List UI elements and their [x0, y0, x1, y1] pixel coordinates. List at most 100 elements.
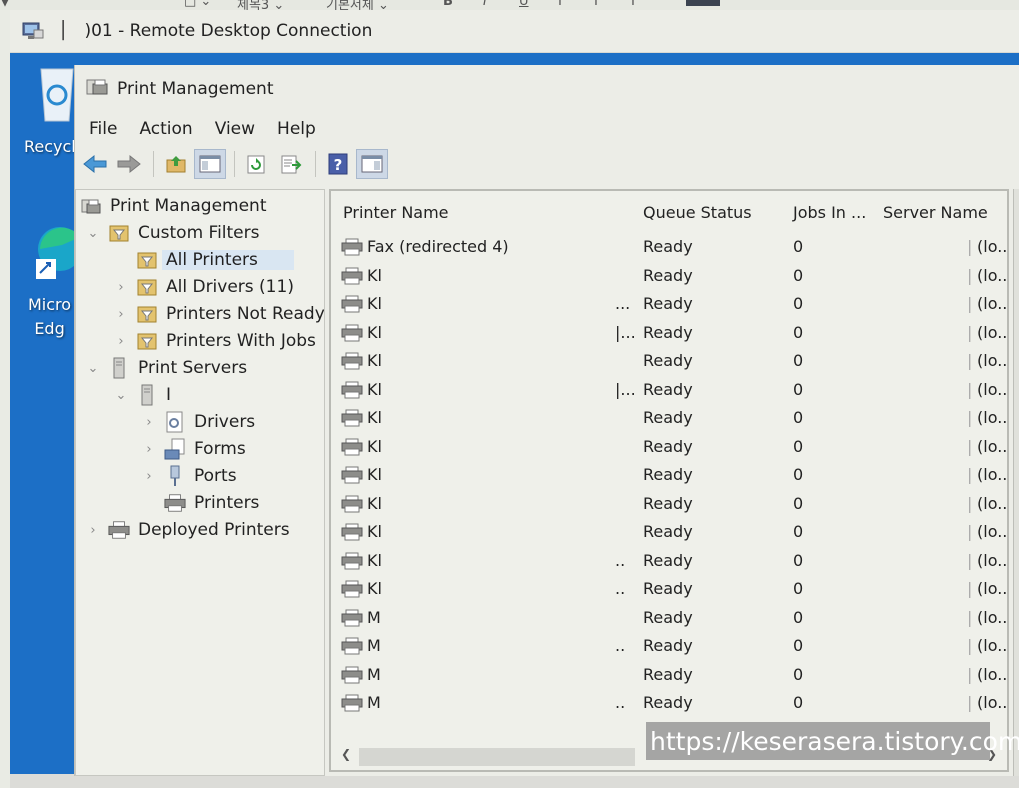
action-pane-edge	[1013, 189, 1019, 776]
column-header-jobs-in-queue[interactable]: Jobs In ...	[793, 203, 866, 222]
filter-icon	[136, 304, 158, 324]
printer-name-trail: ..	[615, 636, 626, 655]
tree-item-custom-filters[interactable]: ⌄ Custom Filters	[86, 221, 260, 245]
column-header-queue-status[interactable]: Queue Status	[643, 203, 752, 222]
show-hide-action-pane-button[interactable]	[356, 149, 388, 179]
queue-status-cell: Ready	[643, 579, 693, 598]
table-row[interactable]: Kl |... Ready 0 | (lo...	[331, 376, 1007, 404]
tree-item-all-drivers[interactable]: › All Drivers (11)	[114, 275, 294, 299]
tree-item-print-server[interactable]: ⌄ I	[114, 383, 171, 407]
align-left-icon	[686, 0, 720, 6]
tree-item-ports[interactable]: › Ports	[142, 464, 237, 488]
jobs-cell: 0	[793, 294, 804, 313]
menu-file[interactable]: File	[89, 119, 117, 139]
forward-button[interactable]	[113, 149, 145, 179]
desktop-icon-label: Recycl	[24, 137, 76, 156]
chevron-right-icon[interactable]: ›	[86, 523, 100, 538]
table-row[interactable]: M.. Ready 0 | (lo...	[331, 689, 1007, 717]
server-name-cell: (lo...	[977, 693, 1009, 712]
menu-action[interactable]: Action	[139, 119, 192, 139]
printer-icon	[341, 381, 363, 399]
chevron-down-icon[interactable]: ⌄	[86, 361, 100, 376]
tree-item-drivers[interactable]: › Drivers	[142, 410, 255, 434]
show-hide-console-tree-button[interactable]	[194, 149, 226, 179]
refresh-icon	[247, 155, 265, 174]
table-row[interactable]: Kl Ready 0 | (lo...	[331, 433, 1007, 461]
tree-item-print-management[interactable]: Print Management	[80, 194, 267, 218]
chevron-right-icon[interactable]: ›	[142, 469, 156, 484]
table-row[interactable]: Kl Ready 0 | (lo...	[331, 461, 1007, 489]
chevron-right-icon[interactable]: ›	[114, 334, 128, 349]
printer-name-cell: Kl	[367, 465, 382, 484]
tree-item-label: I	[166, 385, 172, 405]
scroll-left-arrow-icon[interactable]: ❮	[341, 747, 351, 761]
tree-item-forms[interactable]: › Forms	[142, 437, 246, 461]
menu-view[interactable]: View	[215, 119, 255, 139]
tree-item-printers-with-jobs[interactable]: › Printers With Jobs	[114, 329, 316, 353]
server-name-cell: (lo...	[977, 664, 1009, 684]
jobs-cell: 0	[793, 522, 804, 541]
printer-icon	[341, 552, 363, 570]
column-header-server-name[interactable]: Server Name	[883, 203, 988, 222]
table-row[interactable]: Kl.. Ready 0 | (lo...	[331, 575, 1007, 603]
table-row[interactable]: Kl Ready 0 | (lo...	[331, 347, 1007, 375]
table-row[interactable]: Kl |... Ready 0 | (lo...	[331, 319, 1007, 347]
column-divider: |	[967, 636, 973, 655]
jobs-cell: 0	[793, 550, 804, 570]
printer-icon	[341, 523, 363, 541]
printer-icon	[341, 438, 363, 456]
console-tree: Print Management ⌄ Custom Filters All Pr…	[75, 189, 325, 776]
help-button[interactable]: ?	[322, 149, 354, 179]
underlying-fragment: U	[519, 0, 529, 9]
printer-icon	[108, 520, 130, 540]
table-row[interactable]: Kl... Ready 0 | (lo...	[331, 290, 1007, 318]
chevron-down-icon[interactable]: ⌄	[114, 388, 128, 403]
menu-help[interactable]: Help	[277, 119, 316, 139]
export-list-button[interactable]	[275, 149, 307, 179]
tree-item-label: Custom Filters	[138, 223, 260, 243]
refresh-button[interactable]	[241, 149, 273, 179]
table-row[interactable]: M Ready 0 | (lo...	[331, 604, 1007, 632]
underlying-fragment: □ ⌄	[184, 0, 212, 9]
column-header-printer-name[interactable]: Printer Name	[343, 203, 449, 222]
scrollbar-thumb[interactable]	[359, 748, 635, 766]
queue-status-cell: Ready	[643, 664, 693, 684]
table-row[interactable]: Kl Ready 0 | (lo...	[331, 262, 1007, 290]
column-divider: |	[967, 237, 973, 256]
table-row[interactable]: Fax (redirected 4) Ready 0 | (lo...	[331, 233, 1007, 261]
table-row[interactable]: M.. Ready 0 | (lo...	[331, 632, 1007, 660]
queue-status-cell: Ready	[643, 351, 693, 370]
filter-icon	[136, 277, 158, 297]
tree-item-printers[interactable]: Printers	[142, 491, 259, 515]
printer-icon	[341, 694, 363, 712]
table-row[interactable]: Kl Ready 0 | (lo...	[331, 518, 1007, 546]
tree-item-all-printers[interactable]: All Printers	[114, 248, 294, 272]
column-divider: |	[967, 351, 973, 370]
tree-item-label: Printers Not Ready	[166, 304, 325, 324]
table-row[interactable]: M Ready 0 | (lo...	[331, 661, 1007, 689]
chevron-right-icon[interactable]: ›	[114, 307, 128, 322]
server-name-cell: (lo...	[977, 436, 1009, 456]
printer-icon	[341, 666, 363, 684]
chevron-right-icon[interactable]: ›	[142, 442, 156, 457]
chevron-down-icon[interactable]: ⌄	[86, 226, 100, 241]
chevron-right-icon[interactable]: ›	[142, 415, 156, 430]
window-title-bar[interactable]: Print Management	[85, 75, 274, 103]
rdp-window-title: │ )01 - Remote Desktop Connection	[58, 21, 373, 41]
tree-item-print-servers[interactable]: ⌄ Print Servers	[86, 356, 247, 380]
column-divider: |	[967, 579, 973, 598]
table-row[interactable]: Kl Ready 0 | (lo...	[331, 490, 1007, 518]
tree-item-printers-not-ready[interactable]: › Printers Not Ready	[114, 302, 325, 326]
chevron-right-icon[interactable]: ›	[114, 280, 128, 295]
jobs-cell: 0	[793, 408, 804, 427]
table-row[interactable]: Kl.. Ready 0 | (lo...	[331, 547, 1007, 575]
column-divider: |	[967, 493, 973, 513]
up-one-level-button[interactable]	[160, 149, 192, 179]
column-divider: |	[967, 265, 973, 285]
column-divider: |	[967, 522, 973, 541]
table-row[interactable]: Kl Ready 0 | (lo...	[331, 404, 1007, 432]
column-divider: |	[967, 550, 973, 570]
tree-item-deployed-printers[interactable]: › Deployed Printers	[86, 518, 289, 542]
back-button[interactable]	[79, 149, 111, 179]
rdp-title-bar[interactable]: │ )01 - Remote Desktop Connection	[10, 10, 1019, 53]
